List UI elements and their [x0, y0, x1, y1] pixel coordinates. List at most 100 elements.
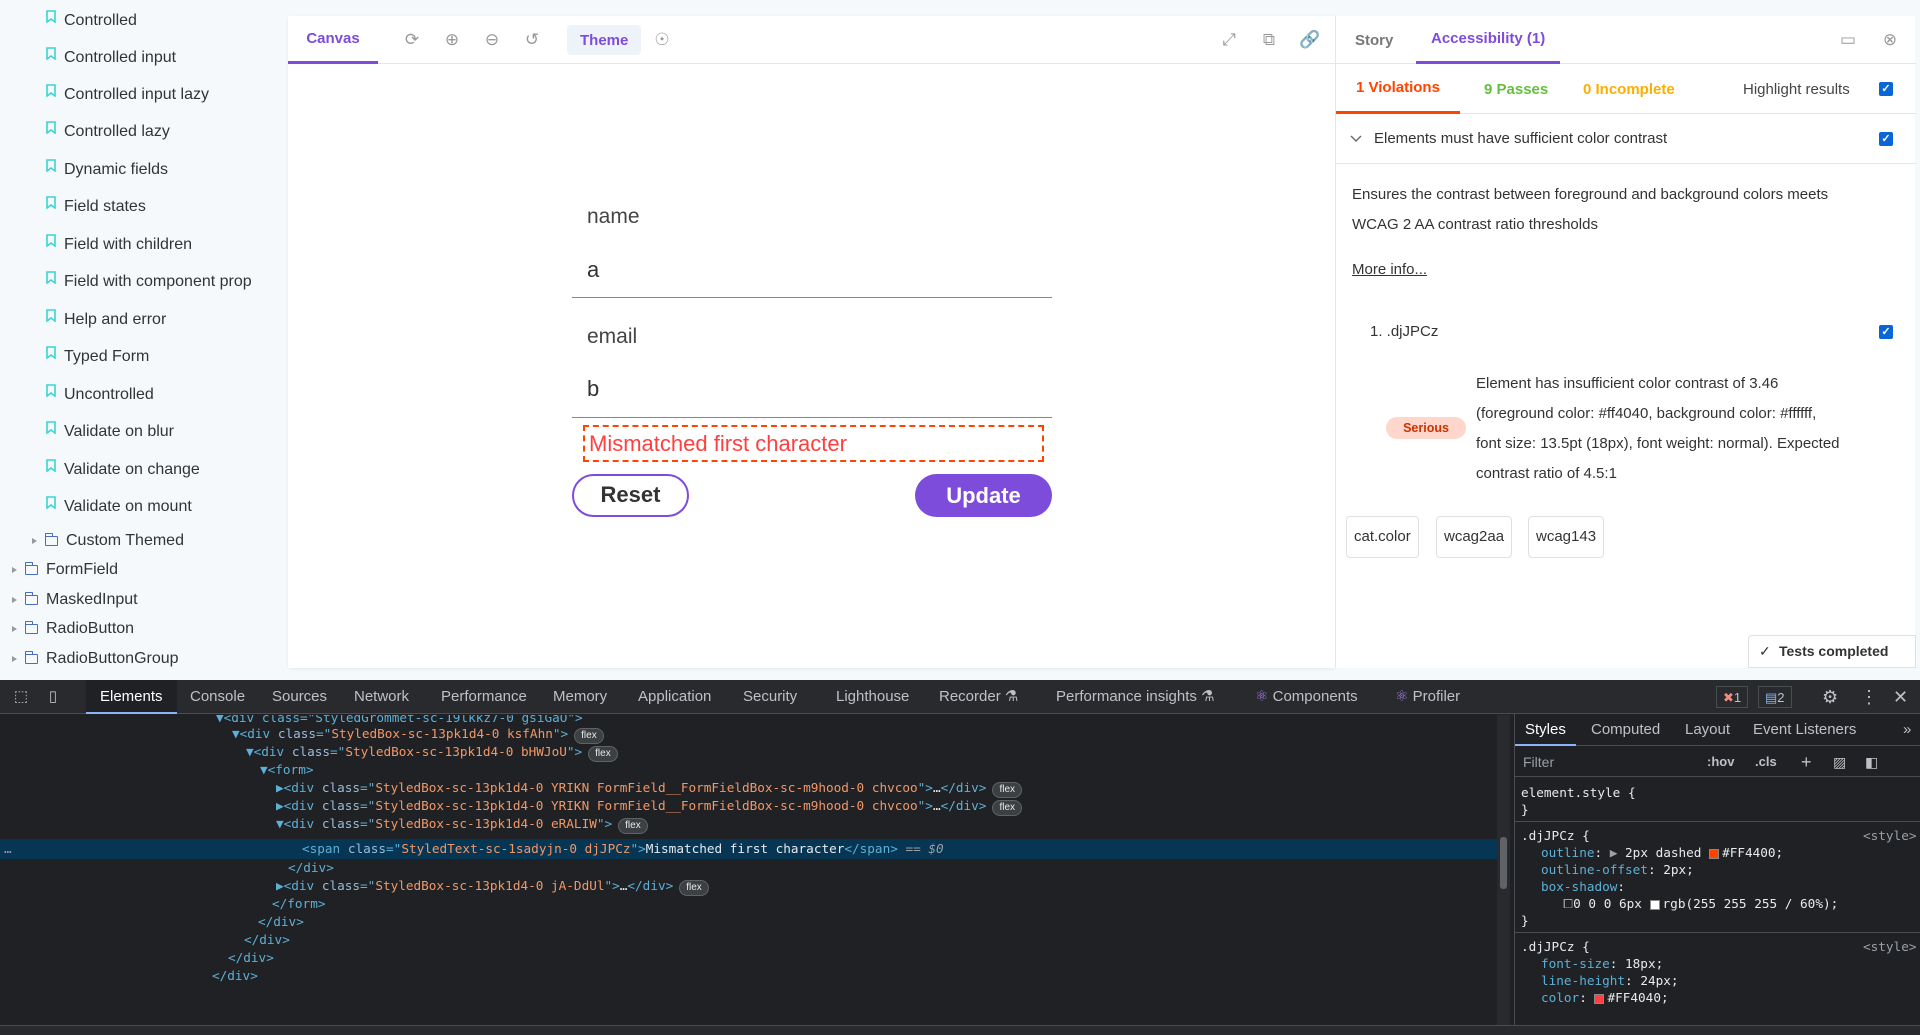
accessibility-icon[interactable]: ☉	[652, 30, 672, 50]
sidebar-item-validate-on-change[interactable]: Validate on change	[46, 455, 200, 485]
message-counter[interactable]: ▤2	[1758, 686, 1792, 708]
close-devtools-icon[interactable]: ✕	[1893, 680, 1908, 714]
update-button[interactable]: Update	[915, 474, 1052, 517]
node-checkbox[interactable]: ✓	[1879, 325, 1893, 339]
sidebar-item-validate-on-blur[interactable]: Validate on blur	[46, 417, 174, 447]
tab-application[interactable]: Application	[638, 680, 711, 714]
color-swatch[interactable]	[1649, 899, 1660, 910]
sidebar-item-field-states[interactable]: Field states	[46, 192, 146, 222]
tab-performance[interactable]: Performance	[441, 680, 527, 714]
more-tabs-icon[interactable]: »	[1903, 714, 1911, 746]
sidebar-item-field-with-children[interactable]: Field with children	[46, 230, 192, 260]
dom-line[interactable]: </div>	[244, 931, 290, 949]
dom-line[interactable]: </form>	[272, 895, 325, 913]
zoom-reset-icon[interactable]: ↺	[522, 30, 542, 50]
flex-badge[interactable]: flex	[992, 800, 1022, 816]
sidebar-item-help-and-error[interactable]: Help and error	[46, 305, 166, 335]
css-declaration-outline-offset[interactable]: outline-offset: 2px;	[1541, 861, 1694, 878]
dom-line[interactable]: ▼<div class="StyledBox-sc-13pk1d4-0 eRAL…	[276, 815, 648, 834]
box-shadow-value-line[interactable]: ⧠0 0 0 6px rgb(255 255 255 / 60%);	[1563, 895, 1838, 912]
dom-line[interactable]: ▼<form>	[260, 761, 313, 779]
dom-line[interactable]: </div>	[228, 949, 274, 967]
toggle-sidebar-icon[interactable]: ◧	[1865, 747, 1878, 777]
css-declaration-outline[interactable]: outline: ▶ 2px dashed #FF4400;	[1541, 844, 1783, 861]
color-swatch[interactable]	[1709, 848, 1720, 859]
open-new-tab-icon[interactable]: ⧉	[1259, 30, 1279, 50]
reset-button[interactable]: Reset	[572, 474, 689, 517]
tab-layout[interactable]: Layout	[1685, 714, 1730, 746]
rule2-source-link[interactable]: <style>	[1863, 938, 1916, 955]
tab-console[interactable]: Console	[190, 680, 245, 714]
elements-tree[interactable]: ▼<div class="StyledGrommet-sc-19lkkz7-0 …	[0, 715, 1497, 1025]
tab-passes[interactable]: 9 Passes	[1484, 64, 1548, 114]
elements-scrollbar[interactable]	[1497, 715, 1510, 1025]
dom-line[interactable]: </div>	[258, 913, 304, 931]
flex-badge[interactable]: flex	[574, 728, 604, 744]
more-options-icon[interactable]: ⋮	[1860, 680, 1878, 714]
css-declaration-box-shadow[interactable]: box-shadow:	[1541, 878, 1625, 895]
tab-performance-insights[interactable]: Performance insights ⚗	[1056, 680, 1215, 714]
sidebar-item-typed-form[interactable]: Typed Form	[46, 342, 149, 372]
flex-badge[interactable]: flex	[679, 880, 709, 896]
tab-security[interactable]: Security	[743, 680, 797, 714]
dom-line[interactable]: ▼<div class="StyledBox-sc-13pk1d4-0 bHWJ…	[246, 743, 618, 762]
paint-icon[interactable]: ▨	[1833, 747, 1846, 777]
highlight-checkbox[interactable]: ✓	[1879, 82, 1893, 96]
panel-layout-icon[interactable]: ▭	[1838, 30, 1858, 50]
sidebar-item-controlled-input-lazy[interactable]: Controlled input lazy	[46, 80, 209, 110]
node-item[interactable]: 1. .djJPCz	[1370, 317, 1438, 347]
hover-state-toggle[interactable]: :hov	[1707, 747, 1734, 777]
sidebar-item-formfield[interactable]: FormField	[12, 555, 118, 585]
inspect-element-icon[interactable]: ⬚	[10, 680, 32, 714]
fullscreen-icon[interactable]: ⤢	[1219, 30, 1239, 50]
sidebar-item-radiobutton[interactable]: RadioButton	[12, 614, 134, 644]
sidebar-item-controlled-input[interactable]: Controlled input	[46, 43, 176, 73]
dom-line[interactable]: </div>	[288, 859, 334, 877]
css-declaration-line-height[interactable]: line-height: 24px;	[1541, 972, 1679, 989]
tab-event-listeners[interactable]: Event Listeners	[1753, 714, 1856, 746]
tab-incomplete[interactable]: 0 Incomplete	[1583, 64, 1675, 114]
tab-story[interactable]: Story	[1355, 16, 1393, 64]
sidebar-item-dynamic-fields[interactable]: Dynamic fields	[46, 155, 168, 185]
rule-row[interactable]: Elements must have sufficient color cont…	[1336, 114, 1916, 164]
row-actions-icon[interactable]: …	[4, 840, 12, 858]
email-input[interactable]: b	[587, 376, 599, 402]
error-counter[interactable]: ✖1	[1716, 686, 1749, 708]
zoom-out-icon[interactable]: ⊖	[482, 30, 502, 50]
dom-line-selected[interactable]: <span class="StyledText-sc-1sadyjn-0 djJ…	[302, 840, 944, 858]
sidebar-item-controlled[interactable]: Controlled	[46, 6, 137, 36]
name-input[interactable]: a	[587, 257, 599, 283]
scrollbar-thumb[interactable]	[1500, 837, 1507, 889]
tab-computed[interactable]: Computed	[1591, 714, 1660, 746]
rule2-selector[interactable]: .djJPCz {	[1521, 938, 1590, 955]
rule-checkbox[interactable]: ✓	[1879, 132, 1893, 146]
styles-filter-input[interactable]: Filter	[1523, 747, 1554, 777]
flex-badge[interactable]: flex	[588, 746, 618, 762]
dom-line[interactable]: ▶<div class="StyledBox-sc-13pk1d4-0 jA-D…	[276, 877, 709, 896]
sidebar-item-validate-on-mount[interactable]: Validate on mount	[46, 492, 192, 522]
sidebar-item-field-with-component-prop[interactable]: Field with component prop	[46, 267, 252, 297]
tag-wcag2aa[interactable]: wcag2aa	[1436, 516, 1513, 558]
reload-icon[interactable]: ⟳	[402, 30, 422, 50]
tab-lighthouse[interactable]: Lighthouse	[836, 680, 909, 714]
class-toggle[interactable]: .cls	[1755, 747, 1777, 777]
dom-line[interactable]: </div>	[212, 967, 258, 985]
sidebar-item-controlled-lazy[interactable]: Controlled lazy	[46, 117, 170, 147]
css-declaration-font-size[interactable]: font-size: 18px;	[1541, 955, 1663, 972]
theme-button[interactable]: Theme	[567, 25, 642, 55]
dom-line[interactable]: ▶<div class="StyledBox-sc-13pk1d4-0 YRIK…	[276, 779, 1022, 798]
tab-profiler[interactable]: ⚛ Profiler	[1395, 680, 1460, 714]
more-info-link[interactable]: More info...	[1352, 255, 1427, 285]
close-icon[interactable]: ⊗	[1880, 30, 1900, 50]
sidebar-item-radiobuttongroup[interactable]: RadioButtonGroup	[12, 644, 179, 674]
tag-cat-color[interactable]: cat.color	[1346, 516, 1419, 558]
sidebar-item-custom-themed[interactable]: Custom Themed	[32, 526, 184, 556]
tab-elements[interactable]: Elements	[86, 680, 177, 714]
css-declaration-color[interactable]: color: #FF4040;	[1541, 989, 1669, 1006]
tab-accessibility[interactable]: Accessibility (1)	[1416, 16, 1561, 64]
rule1-source-link[interactable]: <style>	[1863, 827, 1916, 844]
settings-gear-icon[interactable]: ⚙	[1822, 680, 1838, 714]
tab-memory[interactable]: Memory	[553, 680, 607, 714]
shadow-editor-icon[interactable]: ⧠	[1563, 896, 1573, 911]
sidebar-item-uncontrolled[interactable]: Uncontrolled	[46, 380, 154, 410]
